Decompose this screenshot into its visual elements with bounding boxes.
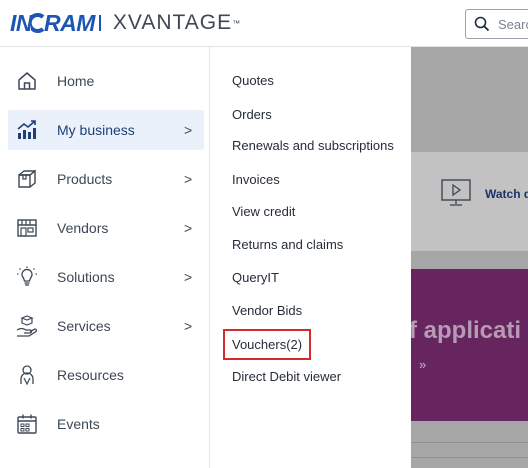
nav-label-my-business: My business [57, 122, 135, 138]
submenu-item-renewals[interactable]: Renewals and subscriptions [232, 138, 394, 153]
divider [411, 457, 528, 458]
nav-label-home: Home [57, 73, 95, 89]
promo-banner-link[interactable]: » [419, 357, 426, 372]
calendar-icon [17, 414, 37, 434]
divider [411, 442, 528, 443]
logo-xvantage-text: XVANTAGE [112, 11, 233, 34]
nav-item-products[interactable]: Products > [8, 159, 204, 199]
submenu-item-direct-debit[interactable]: Direct Debit viewer [232, 369, 341, 384]
chevron-right-icon: > [184, 269, 193, 285]
storefront-icon [17, 219, 37, 237]
watch-video-link[interactable]: Watch d [485, 187, 528, 201]
submenu-item-invoices[interactable]: Invoices [232, 172, 280, 187]
hand-service-icon [16, 315, 38, 337]
people-icon [20, 365, 34, 386]
nav-item-vendors[interactable]: Vendors > [8, 208, 204, 248]
submenu-item-vendor-bids[interactable]: Vendor Bids [232, 303, 302, 318]
nav-label-products: Products [57, 171, 113, 187]
logo-ingram-text-b: RAM [44, 9, 95, 36]
promo-banner-title: f applicati [411, 317, 522, 344]
nav-item-solutions[interactable]: Solutions > [8, 257, 204, 297]
nav-item-services[interactable]: Services > [8, 306, 204, 346]
logo-tm: ™ [232, 18, 241, 28]
left-navigation: Home My business > Products > Vendors > … [0, 47, 210, 468]
submenu-item-queryit[interactable]: QueryIT [232, 270, 279, 285]
promo-banner: f applicati » [411, 269, 528, 421]
nav-label-services: Services [57, 318, 111, 334]
chevron-right-icon: > [184, 122, 193, 138]
chart-icon [17, 120, 36, 139]
submenu-item-returns-claims[interactable]: Returns and claims [232, 237, 343, 252]
submenu-item-view-credit[interactable]: View credit [232, 204, 295, 219]
submenu-item-vouchers[interactable]: Vouchers(2) [223, 329, 312, 360]
submenu-item-quotes[interactable]: Quotes [232, 73, 274, 88]
nav-item-events[interactable]: Events [8, 404, 204, 444]
background-page-overlay: Watch d f applicati » [411, 47, 528, 468]
chevron-right-icon: > [184, 318, 193, 334]
chevron-right-icon: > [184, 171, 193, 187]
monitor-play-icon [441, 179, 471, 206]
chevron-right-icon: > [184, 220, 193, 236]
ingram-xvantage-logo[interactable]: IN RAM XVANTAGE ™ [10, 10, 240, 36]
search-icon [474, 16, 490, 32]
nav-label-solutions: Solutions [57, 269, 115, 285]
nav-item-home[interactable]: Home [8, 61, 204, 101]
top-header: IN RAM XVANTAGE ™ Searc [0, 0, 528, 47]
nav-item-resources[interactable]: Resources [8, 355, 204, 395]
nav-label-resources: Resources [57, 367, 124, 383]
logo-swoosh-icon [31, 13, 45, 33]
home-icon [18, 72, 36, 90]
submenu-item-orders[interactable]: Orders [232, 107, 272, 122]
logo-micro-mark [98, 15, 107, 31]
box-icon [18, 169, 36, 188]
nav-item-my-business[interactable]: My business > [8, 110, 204, 150]
my-business-submenu: Quotes Orders Renewals and subscriptions… [210, 47, 410, 468]
nav-label-vendors: Vendors [57, 220, 109, 236]
logo-ingram-text-a: IN [10, 9, 33, 36]
lightbulb-icon [17, 266, 37, 286]
search-placeholder: Searc [498, 16, 528, 32]
search-input[interactable]: Searc [465, 9, 528, 39]
nav-label-events: Events [57, 416, 100, 432]
